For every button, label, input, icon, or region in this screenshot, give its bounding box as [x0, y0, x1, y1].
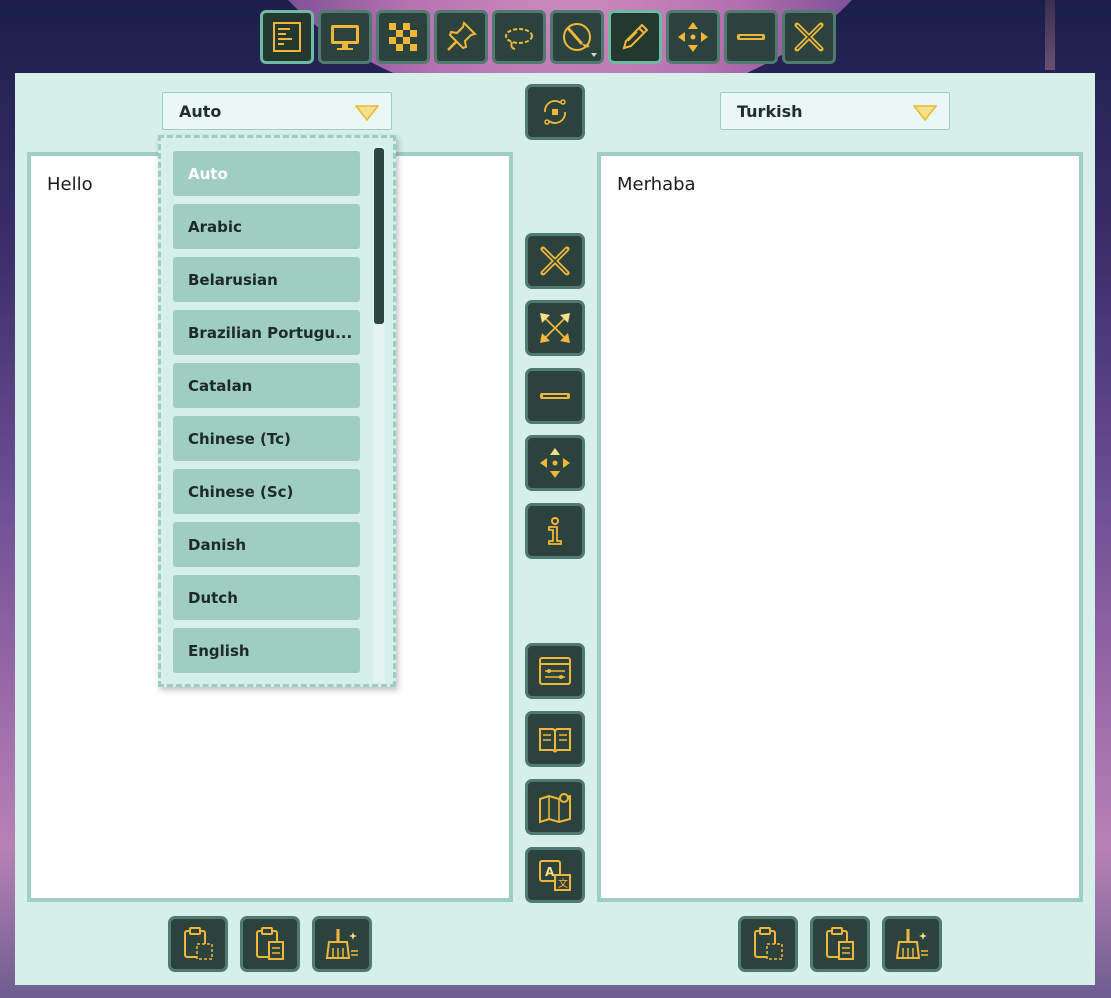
- source-language-value: Auto: [179, 101, 222, 121]
- target-language-value: Turkish: [737, 101, 803, 121]
- dropdown-item[interactable]: Belarusian: [173, 257, 360, 302]
- transparency-button[interactable]: [376, 10, 430, 64]
- chevron-down-icon: [913, 105, 937, 121]
- dropdown-scrollbar-thumb[interactable]: [374, 148, 384, 324]
- minimize-icon: [540, 393, 570, 399]
- brush-icon: [563, 23, 591, 51]
- info-icon: [548, 517, 562, 545]
- top-toolbar: [260, 10, 836, 70]
- source-language-dropdown: Auto Arabic Belarusian Brazilian Portugu…: [158, 135, 396, 687]
- dropdown-item[interactable]: Auto: [173, 151, 360, 196]
- target-paste-button[interactable]: [810, 916, 870, 972]
- clipboard-copy-icon: [754, 927, 783, 960]
- chevron-down-icon: [591, 53, 597, 57]
- text-mode-icon: [273, 22, 301, 52]
- source-clean-button[interactable]: [312, 916, 372, 972]
- dropdown-item[interactable]: Chinese (Tc): [173, 416, 360, 461]
- dropdown-item[interactable]: Catalan: [173, 363, 360, 408]
- collapse-button[interactable]: [525, 368, 585, 424]
- clipboard-copy-icon: [184, 927, 213, 960]
- pin-icon: [447, 21, 477, 51]
- expand-icon: [540, 313, 570, 343]
- broom-icon: [895, 929, 928, 959]
- broom-icon: [325, 929, 358, 959]
- monitor-button[interactable]: [318, 10, 372, 64]
- clipboard-paste-icon: [826, 927, 854, 960]
- clipboard-paste-icon: [256, 927, 284, 960]
- target-text: Merhaba: [617, 174, 696, 195]
- pin-button[interactable]: [434, 10, 488, 64]
- lasso-icon: [505, 28, 533, 50]
- move-icon: [678, 22, 708, 52]
- dropdown-item[interactable]: Chinese (Sc): [173, 469, 360, 514]
- move-button[interactable]: [666, 10, 720, 64]
- dropdown-item[interactable]: Arabic: [173, 204, 360, 249]
- translate-icon: A 文: [539, 860, 571, 891]
- edit-button[interactable]: [608, 10, 662, 64]
- dropdown-item[interactable]: English: [173, 628, 360, 673]
- book-icon: [539, 728, 571, 753]
- text-mode-button[interactable]: [260, 10, 314, 64]
- dropdown-item[interactable]: Brazilian Portugu...: [173, 310, 360, 355]
- source-paste-button[interactable]: [240, 916, 300, 972]
- source-text: Hello: [47, 174, 93, 195]
- swap-languages-button[interactable]: [525, 84, 585, 140]
- swap-icon: [544, 99, 566, 125]
- dropdown-item[interactable]: Dutch: [173, 575, 360, 620]
- chevron-down-icon: [355, 105, 379, 121]
- dropdown-item[interactable]: Danish: [173, 522, 360, 567]
- info-button[interactable]: [525, 503, 585, 559]
- close-icon: [794, 22, 824, 52]
- lasso-button[interactable]: [492, 10, 546, 64]
- move-panel-button[interactable]: [525, 435, 585, 491]
- close-button[interactable]: [782, 10, 836, 64]
- monitor-icon: [331, 25, 359, 50]
- close-icon: [540, 246, 570, 276]
- expand-button[interactable]: [525, 300, 585, 356]
- window-settings-icon: [539, 657, 571, 685]
- dictionary-button[interactable]: [525, 711, 585, 767]
- brush-button[interactable]: [550, 10, 604, 64]
- translator-panel: Auto Turkish Hello Merhaba A 文 Auto Arab…: [15, 73, 1095, 985]
- svg-text:文: 文: [558, 877, 568, 890]
- map-icon: [539, 793, 571, 824]
- translate-button[interactable]: A 文: [525, 847, 585, 903]
- map-button[interactable]: [525, 779, 585, 835]
- source-language-select[interactable]: Auto: [162, 92, 392, 130]
- svg-text:A: A: [545, 865, 555, 879]
- move-icon: [540, 448, 570, 478]
- target-language-select[interactable]: Turkish: [720, 92, 950, 130]
- source-copy-button[interactable]: [168, 916, 228, 972]
- minimize-button[interactable]: [724, 10, 778, 64]
- target-text-area[interactable]: Merhaba: [597, 152, 1083, 902]
- minimize-icon: [737, 34, 765, 40]
- target-copy-button[interactable]: [738, 916, 798, 972]
- clear-button[interactable]: [525, 233, 585, 289]
- background-spire: [1045, 0, 1055, 70]
- pencil-icon: [622, 23, 649, 50]
- settings-panel-button[interactable]: [525, 643, 585, 699]
- checkerboard-icon: [389, 23, 417, 51]
- target-clean-button[interactable]: [882, 916, 942, 972]
